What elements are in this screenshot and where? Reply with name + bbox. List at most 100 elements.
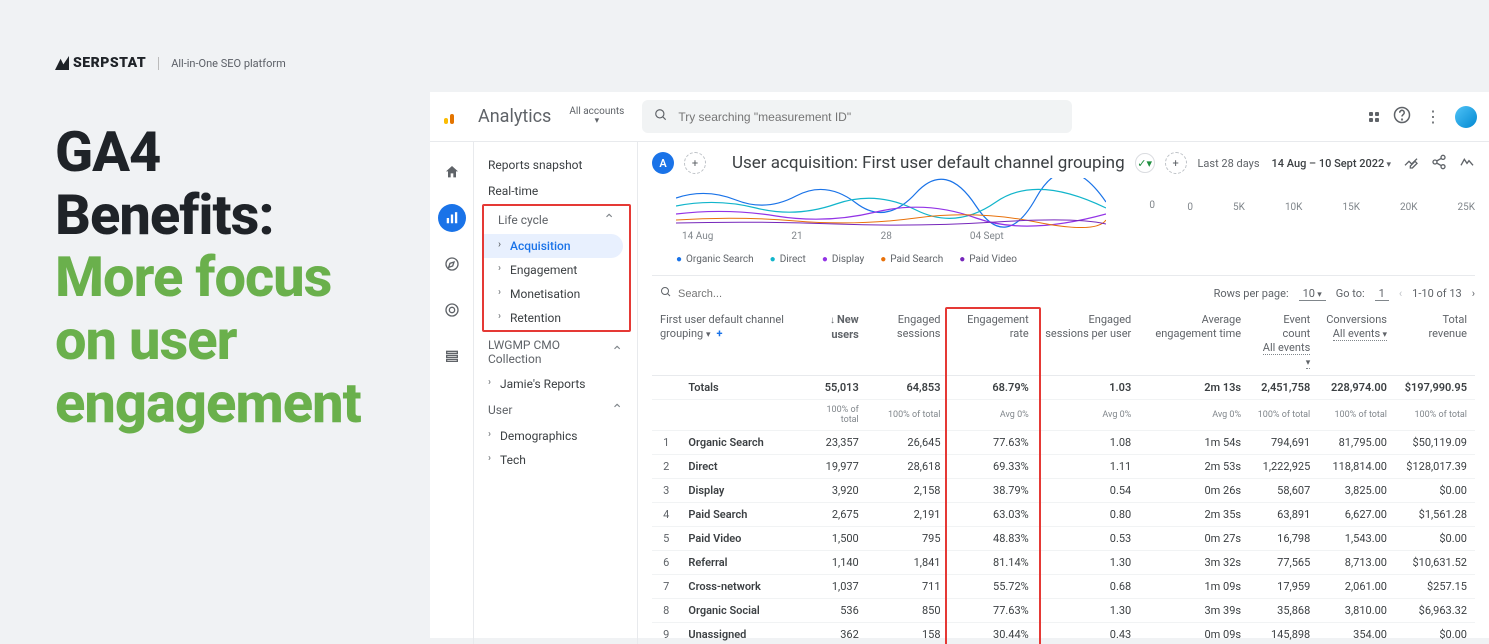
col-engagement-rate[interactable]: Engagement rate <box>949 307 1037 376</box>
col-engaged-sessions[interactable]: Engaged sessions <box>867 307 949 376</box>
legend-item[interactable]: Display <box>822 254 864 265</box>
chart-x-axis: 14 Aug 21 28 04 Sept <box>682 231 1475 242</box>
chevron-up-icon: ⌃ <box>611 344 623 360</box>
sidebar-item-jamies[interactable]: Jamie's Reports <box>474 372 637 396</box>
icon-rail <box>430 142 474 644</box>
insights-icon[interactable] <box>1459 154 1475 173</box>
report-main: A + User acquisition: First user default… <box>638 142 1489 644</box>
legend-item[interactable]: Paid Video <box>959 254 1017 265</box>
explore-icon[interactable] <box>438 250 466 278</box>
more-icon[interactable]: ⋮ <box>1425 107 1441 126</box>
sidebar-item-retention[interactable]: Retention <box>484 306 629 330</box>
totals-row: Totals 55,01364,85368.79%1.032m 13s2,451… <box>652 376 1475 400</box>
ga-logo-icon <box>442 108 460 126</box>
topbar-actions: ⋮ <box>1369 106 1477 128</box>
dimension-header[interactable]: First user default channel grouping + <box>652 307 805 376</box>
ga-topbar: Analytics All accounts ⋮ <box>430 92 1489 142</box>
advertising-icon[interactable] <box>438 296 466 324</box>
table-toolbar: Rows per page: 10 Go to: 1 ‹ 1-10 of 13 … <box>652 275 1475 307</box>
chevron-up-icon: ⌃ <box>603 212 615 228</box>
trend-chart: 0 14 Aug 21 28 04 Sept <box>676 178 1475 248</box>
page-range: 1-10 of 13 <box>1412 287 1462 300</box>
sidebar-item-engagement[interactable]: Engagement <box>484 258 629 282</box>
col-new-users[interactable]: New users <box>805 307 867 376</box>
table-search-input[interactable] <box>678 288 820 300</box>
configure-icon[interactable] <box>438 342 466 370</box>
col-conversions[interactable]: ConversionsAll events <box>1318 307 1395 376</box>
reports-sidebar: Reports snapshot Real-time Life cycle⌃ A… <box>474 142 638 644</box>
table-row[interactable]: 4Paid Search2,6752,19163.03%0.802m 35s63… <box>652 503 1475 527</box>
rows-per-page-label: Rows per page: <box>1214 287 1289 300</box>
promo-headline: GA4 Benefits: More focus on user engagem… <box>55 121 370 435</box>
report-title: User acquisition: First user default cha… <box>732 153 1125 173</box>
rows-per-page-select[interactable]: 10 <box>1299 287 1326 301</box>
ga-product-title: Analytics <box>478 106 551 127</box>
chart-legend: Organic Search Direct Display Paid Searc… <box>676 254 1475 265</box>
legend-item[interactable]: Paid Search <box>880 254 943 265</box>
add-comparison-button[interactable]: + <box>1165 152 1187 174</box>
col-event-count[interactable]: Event countAll events <box>1249 307 1318 376</box>
add-dimension-icon[interactable]: + <box>717 327 723 340</box>
account-selector[interactable]: All accounts <box>569 107 624 126</box>
promo-panel: SERPSTAT All-in-One SEO platform GA4 Ben… <box>0 0 420 638</box>
goto-label: Go to: <box>1336 287 1365 300</box>
segment-badge[interactable]: A <box>652 152 674 174</box>
customize-icon[interactable] <box>1403 154 1419 173</box>
search-input[interactable] <box>678 110 1060 124</box>
apps-icon[interactable] <box>1369 112 1379 122</box>
col-total-revenue[interactable]: Total revenue <box>1395 307 1475 376</box>
col-sessions-per-user[interactable]: Engaged sessions per user <box>1037 307 1140 376</box>
goto-input[interactable]: 1 <box>1375 287 1389 301</box>
chart-zero-label: 0 <box>1149 200 1155 211</box>
sidebar-group-lifecycle[interactable]: Life cycle⌃ <box>484 206 629 234</box>
table-row[interactable]: 3Display3,9202,15838.79%0.540m 26s58,607… <box>652 479 1475 503</box>
sidebar-item-tech[interactable]: Tech <box>474 448 637 472</box>
search-icon <box>654 108 668 125</box>
sidebar-item-monetisation[interactable]: Monetisation <box>484 282 629 306</box>
sidebar-item-acquisition[interactable]: Acquisition <box>484 234 623 258</box>
sidebar-realtime[interactable]: Real-time <box>474 178 637 204</box>
brand-name: SERPSTAT <box>73 55 146 71</box>
share-icon[interactable] <box>1431 154 1447 173</box>
ga-app: Analytics All accounts ⋮ <box>430 92 1489 638</box>
sidebar-group-user[interactable]: User⌃ <box>474 396 637 424</box>
chevron-right-icon[interactable]: › <box>1472 287 1475 300</box>
legend-item[interactable]: Direct <box>770 254 806 265</box>
table-row[interactable]: 9Unassigned36215830.44%0.430m 09s145,898… <box>652 623 1475 644</box>
chevron-left-icon[interactable]: ‹ <box>1399 287 1402 300</box>
status-check-icon[interactable]: ✓▾ <box>1135 153 1155 173</box>
table-row[interactable]: 8Organic Social53685077.63%1.303m 39s35,… <box>652 599 1475 623</box>
totals-sub-row: 100% of total100% of totalAvg 0%Avg 0%Av… <box>652 400 1475 431</box>
table-pager: Rows per page: 10 Go to: 1 ‹ 1-10 of 13 … <box>1214 287 1475 301</box>
table-row[interactable]: 2Direct19,97728,61869.33%1.112m 53s1,222… <box>652 455 1475 479</box>
avatar[interactable] <box>1455 106 1477 128</box>
table-row[interactable]: 7Cross-network1,03771155.72%0.681m 09s17… <box>652 575 1475 599</box>
global-search[interactable] <box>642 100 1072 133</box>
help-icon[interactable] <box>1393 106 1411 127</box>
col-avg-engagement-time[interactable]: Average engagement time <box>1139 307 1249 376</box>
sidebar-item-demographics[interactable]: Demographics <box>474 424 637 448</box>
sidebar-group-collection[interactable]: LWGMP CMO Collection⌃ <box>474 332 637 372</box>
reports-icon[interactable] <box>438 204 466 232</box>
date-range-picker[interactable]: 14 Aug – 10 Sept 2022 <box>1272 157 1392 170</box>
search-icon <box>660 286 672 301</box>
add-segment-button[interactable]: + <box>684 152 706 174</box>
brand-tagline: All-in-One SEO platform <box>158 57 286 70</box>
legend-item[interactable]: Organic Search <box>676 254 754 265</box>
highlight-lifecycle: Life cycle⌃ Acquisition Engagement Monet… <box>482 204 631 332</box>
chevron-up-icon: ⌃ <box>611 402 623 418</box>
home-icon[interactable] <box>438 158 466 186</box>
table-row[interactable]: 6Referral1,1401,84181.14%1.303m 32s77,56… <box>652 551 1475 575</box>
period-label: Last 28 days <box>1198 157 1260 170</box>
conversion-filter[interactable]: All events <box>1333 327 1387 341</box>
report-header-row: A + User acquisition: First user default… <box>652 152 1475 174</box>
brand-row: SERPSTAT All-in-One SEO platform <box>55 55 370 71</box>
headline-dark: GA4 Benefits: <box>55 119 274 248</box>
bar-axis: 05K10K15K20K25K <box>1187 202 1475 213</box>
serpstat-logo: SERPSTAT <box>55 55 146 71</box>
table-row[interactable]: 1Organic Search23,35726,64577.63%1.081m … <box>652 431 1475 455</box>
table-row[interactable]: 5Paid Video1,50079548.83%0.530m 27s16,79… <box>652 527 1475 551</box>
event-filter[interactable]: All events <box>1263 341 1310 369</box>
acquisition-table: First user default channel grouping + Ne… <box>652 307 1475 644</box>
sidebar-snapshot[interactable]: Reports snapshot <box>474 152 637 178</box>
